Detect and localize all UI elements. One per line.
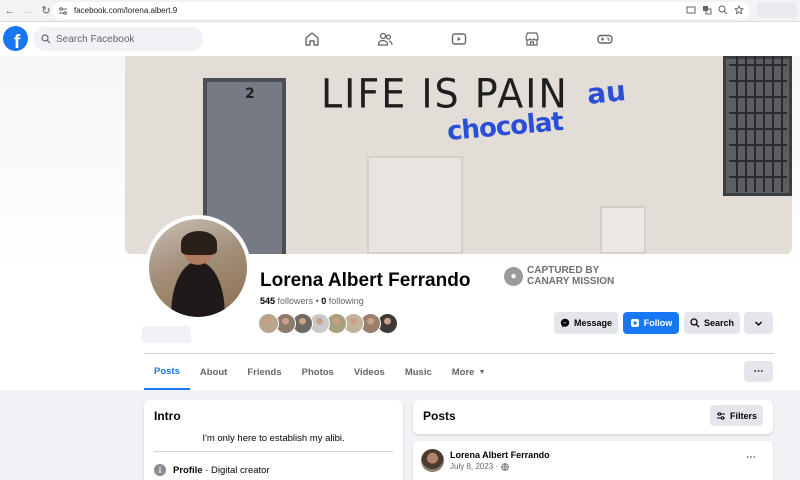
- filters-button[interactable]: Filters: [710, 405, 763, 426]
- intro-divider: [154, 451, 393, 452]
- friends-icon[interactable]: [377, 31, 393, 47]
- cover-wall-panel: [367, 156, 463, 254]
- tab-more-label: More: [451, 366, 475, 378]
- cover-wall-vent: [600, 206, 646, 254]
- search-button-label: Search: [703, 318, 735, 328]
- intro-profile-row: i Profile · Digital creator: [154, 464, 270, 476]
- address-bar[interactable]: facebook.com/lorena.albert.9: [52, 2, 750, 19]
- message-button[interactable]: Message: [554, 312, 618, 334]
- posts-header-card: Posts Filters: [413, 400, 773, 434]
- intro-profile-label: Profile: [173, 464, 203, 476]
- facebook-header: f: [0, 22, 800, 56]
- post-author-name[interactable]: Lorena Albert Ferrando: [450, 450, 550, 460]
- info-icon: i: [154, 464, 166, 476]
- search-icon: [690, 318, 700, 328]
- post-options-button[interactable]: ⋯: [746, 452, 756, 463]
- post-date-row: July 8, 2023 ·: [450, 462, 509, 471]
- follow-counts: 545 followers • 0 following: [260, 296, 364, 306]
- site-settings-icon[interactable]: [58, 6, 68, 16]
- filters-icon: [716, 411, 725, 420]
- zoom-icon[interactable]: [718, 5, 728, 15]
- globe-icon: [501, 462, 509, 471]
- browser-profile-button[interactable]: [757, 3, 797, 18]
- ellipsis-icon: ⋯: [753, 366, 764, 377]
- captured-badge: ● CAPTURED BY CANARY MISSION: [504, 265, 614, 287]
- avatar-hair: [181, 231, 217, 255]
- followers-count[interactable]: 545: [260, 296, 275, 306]
- post-date[interactable]: July 8, 2023 ·: [450, 462, 498, 471]
- tab-more[interactable]: More ▼: [442, 354, 496, 390]
- cast-icon[interactable]: [686, 5, 696, 15]
- followers-label[interactable]: followers: [278, 296, 314, 306]
- intro-title: Intro: [154, 409, 181, 423]
- follow-button-label: Follow: [643, 318, 673, 328]
- post-author-avatar[interactable]: [421, 449, 444, 472]
- tab-videos[interactable]: Videos: [344, 354, 395, 390]
- ellipsis-icon: ⋯: [746, 452, 756, 463]
- follow-button[interactable]: Follow: [623, 312, 679, 334]
- follower-avatars: [258, 313, 398, 334]
- cover-window-bars: [729, 56, 787, 192]
- filters-label: Filters: [729, 410, 757, 421]
- intro-bio: I'm only here to establish my alibi.: [202, 433, 345, 444]
- avatar-placeholder-chip: [142, 326, 191, 343]
- more-actions-button[interactable]: [744, 312, 773, 334]
- back-arrow-icon[interactable]: ←: [2, 3, 18, 19]
- profile-avatar[interactable]: [145, 215, 251, 321]
- tab-friends[interactable]: Friends: [237, 354, 291, 390]
- search-icon: [41, 34, 51, 44]
- cover-graffiti-blue-au: au: [585, 74, 628, 111]
- forward-arrow-icon[interactable]: →: [20, 3, 36, 19]
- caret-down-icon: ▼: [478, 368, 486, 376]
- url-text: facebook.com/lorena.albert.9: [74, 6, 178, 15]
- profile-search-button[interactable]: Search: [684, 312, 740, 334]
- follower-avatar[interactable]: [258, 313, 279, 334]
- search-input[interactable]: [56, 33, 186, 45]
- search-box[interactable]: [33, 27, 203, 51]
- captured-badge-text: CAPTURED BY CANARY MISSION: [527, 265, 614, 287]
- chevron-down-icon: [754, 320, 763, 326]
- following-label[interactable]: following: [329, 296, 364, 306]
- cover-door-number: 2: [245, 86, 255, 102]
- facebook-logo-icon[interactable]: f: [3, 26, 28, 51]
- tab-music[interactable]: Music: [395, 354, 442, 390]
- home-icon[interactable]: [304, 31, 320, 47]
- follow-icon: [630, 319, 639, 327]
- count-separator: •: [313, 296, 322, 306]
- posts-title: Posts: [423, 409, 456, 423]
- gaming-icon[interactable]: [597, 31, 613, 47]
- tab-posts[interactable]: Posts: [144, 354, 190, 390]
- following-count[interactable]: 0: [321, 296, 326, 306]
- badge-line-1: CAPTURED BY: [527, 265, 600, 276]
- translate-icon[interactable]: [702, 5, 712, 15]
- tab-photos[interactable]: Photos: [292, 354, 344, 390]
- tab-about[interactable]: About: [190, 354, 237, 390]
- badge-line-2: CANARY MISSION: [527, 276, 615, 287]
- profile-tabs: Posts About Friends Photos Videos Music …: [144, 354, 495, 390]
- tabs-overflow-button[interactable]: ⋯: [744, 361, 773, 382]
- marketplace-icon[interactable]: [524, 31, 540, 47]
- message-button-label: Message: [573, 318, 613, 328]
- browser-toolbar: ← → ↻ facebook.com/lorena.albert.9: [0, 0, 800, 22]
- bookmark-star-icon[interactable]: [734, 5, 744, 15]
- watch-icon[interactable]: [451, 31, 467, 47]
- intro-card: Intro I'm only here to establish my alib…: [144, 400, 403, 480]
- messenger-icon: [560, 318, 570, 328]
- intro-profile-type: · Digital creator: [202, 464, 270, 476]
- canary-logo-icon: ●: [504, 266, 523, 286]
- post-card: Lorena Albert Ferrando July 8, 2023 · ⋯: [413, 441, 773, 480]
- profile-name: Lorena Albert Ferrando: [260, 270, 471, 291]
